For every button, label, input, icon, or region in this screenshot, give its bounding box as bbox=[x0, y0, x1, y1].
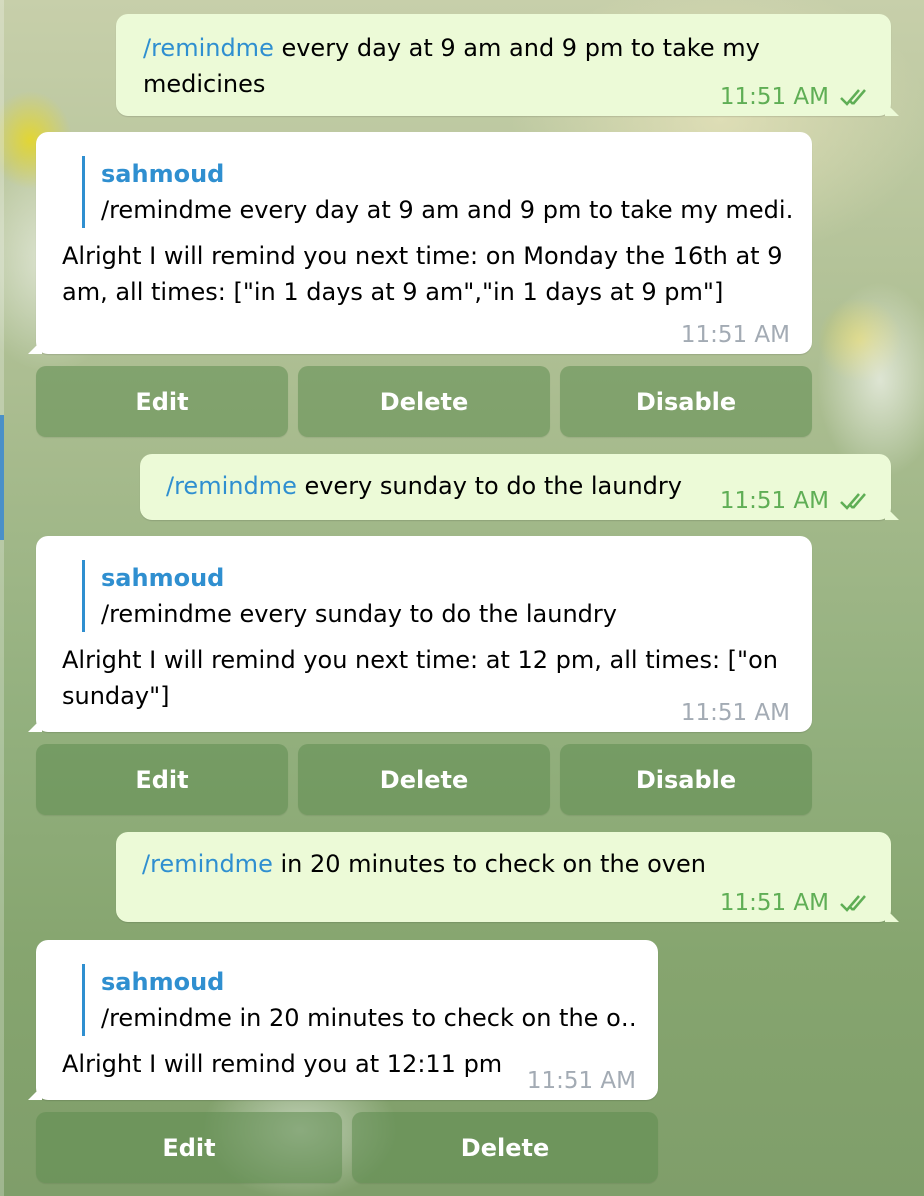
delete-button[interactable]: Delete bbox=[298, 744, 550, 815]
message-meta: 11:51 AM bbox=[681, 322, 790, 348]
message-time: 11:51 AM bbox=[719, 890, 829, 916]
message-meta: 11:51 AM bbox=[720, 890, 875, 916]
message-time: 11:51 AM bbox=[526, 1068, 636, 1094]
outgoing-message[interactable]: /remindme every day at 9 am and 9 pm to … bbox=[116, 14, 891, 116]
scroll-indicator bbox=[0, 415, 4, 540]
message-time: 11:51 AM bbox=[680, 322, 790, 348]
delete-button[interactable]: Delete bbox=[352, 1112, 658, 1183]
incoming-message[interactable]: sahmoud /remindme in 20 minutes to check… bbox=[36, 940, 658, 1100]
delete-button[interactable]: Delete bbox=[298, 366, 550, 437]
reply-author: sahmoud bbox=[101, 968, 225, 996]
message-meta: 11:51 AM bbox=[681, 700, 790, 726]
reply-author: sahmoud bbox=[101, 564, 225, 592]
edit-button[interactable]: Edit bbox=[36, 366, 288, 437]
command-link[interactable]: /remindme bbox=[142, 850, 273, 878]
reply-author: sahmoud bbox=[101, 160, 225, 188]
message-time: 11:51 AM bbox=[680, 700, 790, 726]
reply-text: /remindme in 20 minutes to check on the … bbox=[101, 1004, 638, 1032]
message-text: /remindme in 20 minutes to check on the … bbox=[142, 850, 706, 878]
chat-left-edge bbox=[0, 0, 4, 1196]
disable-button[interactable]: Disable bbox=[560, 366, 812, 437]
double-check-icon bbox=[840, 493, 866, 510]
outgoing-message[interactable]: /remindme in 20 minutes to check on the … bbox=[116, 832, 891, 922]
message-meta: 11:51 AM bbox=[720, 488, 875, 514]
message-time: 11:51 AM bbox=[719, 84, 829, 110]
message-meta: 11:51 AM bbox=[720, 84, 875, 110]
command-link[interactable]: /remindme bbox=[166, 472, 297, 500]
command-link[interactable]: /remindme bbox=[143, 34, 274, 62]
double-check-icon bbox=[840, 895, 866, 912]
reply-text: /remindme every sunday to do the laundry bbox=[101, 600, 617, 628]
double-check-icon bbox=[840, 89, 866, 106]
reply-quote[interactable]: sahmoud /remindme every sunday to do the… bbox=[82, 560, 792, 632]
edit-button[interactable]: Edit bbox=[36, 1112, 342, 1183]
message-text: Alright I will remind you next time: on … bbox=[62, 242, 783, 306]
reply-text: /remindme every day at 9 am and 9 pm to … bbox=[101, 196, 792, 224]
edit-button[interactable]: Edit bbox=[36, 744, 288, 815]
outgoing-message[interactable]: /remindme every sunday to do the laundry… bbox=[140, 454, 891, 520]
incoming-message[interactable]: sahmoud /remindme every day at 9 am and … bbox=[36, 132, 812, 354]
reply-quote[interactable]: sahmoud /remindme in 20 minutes to check… bbox=[82, 964, 638, 1036]
disable-button[interactable]: Disable bbox=[560, 744, 812, 815]
reply-quote[interactable]: sahmoud /remindme every day at 9 am and … bbox=[82, 156, 792, 228]
message-time: 11:51 AM bbox=[719, 488, 829, 514]
message-meta: 11:51 AM bbox=[527, 1068, 636, 1094]
incoming-message[interactable]: sahmoud /remindme every sunday to do the… bbox=[36, 536, 812, 732]
